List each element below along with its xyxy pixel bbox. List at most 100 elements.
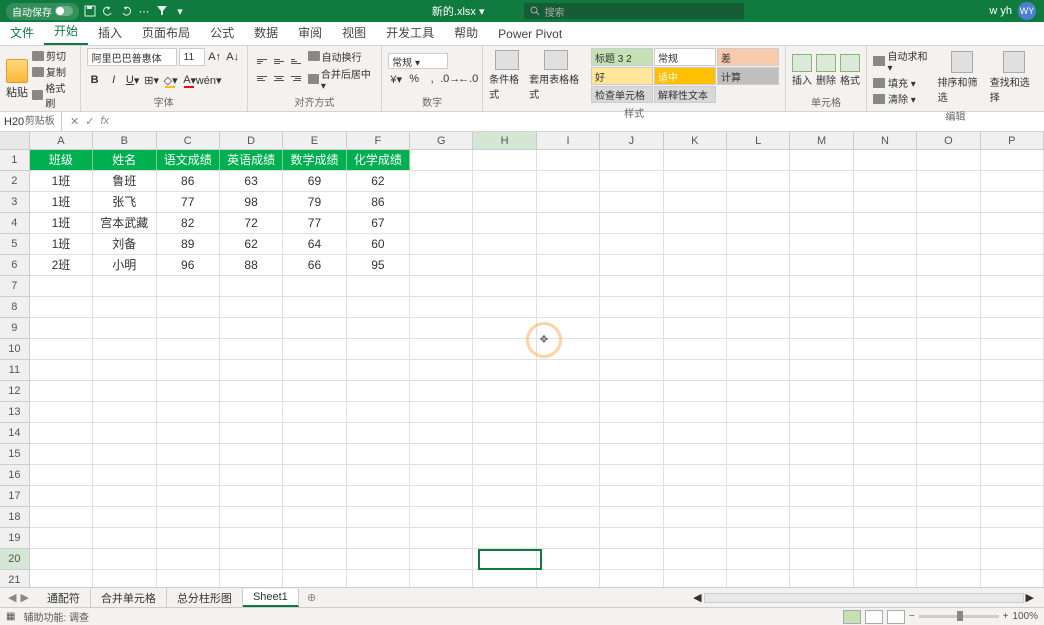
tab-powerpivot[interactable]: Power Pivot [488,23,572,45]
row-header[interactable]: 7 [0,276,30,297]
tab-insert[interactable]: 插入 [88,20,132,45]
tab-home[interactable]: 开始 [44,18,88,45]
cell[interactable] [790,213,853,234]
cell[interactable] [664,276,727,297]
cell[interactable]: 1班 [30,192,93,213]
cell[interactable] [854,507,917,528]
row-header[interactable]: 5 [0,234,30,255]
cell[interactable] [600,486,663,507]
row-header[interactable]: 9 [0,318,30,339]
tab-view[interactable]: 视图 [332,20,376,45]
cell[interactable] [283,381,346,402]
user-avatar[interactable]: WY [1018,2,1036,20]
cell[interactable] [410,255,473,276]
cell[interactable] [220,570,283,587]
cell[interactable] [727,213,790,234]
cell[interactable] [727,360,790,381]
cell[interactable] [917,402,980,423]
cell[interactable] [347,402,410,423]
cell[interactable] [410,570,473,587]
cell[interactable] [917,381,980,402]
cell[interactable] [600,276,663,297]
row-header[interactable]: 18 [0,507,30,528]
cell[interactable]: 82 [157,213,220,234]
zoom-out-button[interactable]: − [909,611,915,622]
filter-icon[interactable] [155,4,169,18]
view-pagelayout-button[interactable] [865,610,883,624]
cell[interactable] [790,276,853,297]
style-heading[interactable]: 标题 3 2 [591,48,653,66]
cell[interactable]: 95 [347,255,410,276]
row-header[interactable]: 15 [0,444,30,465]
cell[interactable] [537,192,600,213]
cell[interactable] [157,465,220,486]
cell[interactable]: 69 [283,171,346,192]
style-bad[interactable]: 差 [717,48,779,66]
cell[interactable] [473,150,536,171]
cell[interactable] [917,234,980,255]
copy-button[interactable]: 复制 [32,64,74,79]
cell[interactable] [30,339,93,360]
cell[interactable] [410,381,473,402]
cell[interactable] [410,507,473,528]
touch-icon[interactable]: ▾ [173,4,187,18]
cell[interactable]: 86 [347,192,410,213]
cell[interactable]: 刘备 [93,234,156,255]
cell[interactable] [473,507,536,528]
cell[interactable] [981,402,1044,423]
cell[interactable] [93,528,156,549]
cell[interactable]: 88 [220,255,283,276]
row-header[interactable]: 13 [0,402,30,423]
cell[interactable] [473,276,536,297]
cell[interactable] [283,486,346,507]
cell[interactable] [917,150,980,171]
table-format-button[interactable]: 套用表格格式 [529,50,583,101]
cell[interactable] [727,507,790,528]
cell[interactable]: 1班 [30,234,93,255]
cell[interactable] [347,570,410,587]
cell[interactable] [664,507,727,528]
cell[interactable] [664,171,727,192]
cell[interactable] [93,297,156,318]
cell[interactable] [981,234,1044,255]
cell[interactable]: 67 [347,213,410,234]
cell[interactable] [410,465,473,486]
cell[interactable] [157,339,220,360]
tab-layout[interactable]: 页面布局 [132,20,200,45]
border-button[interactable]: ⊞▾ [144,72,160,88]
cell[interactable] [790,297,853,318]
tab-help[interactable]: 帮助 [444,20,488,45]
row-header[interactable]: 1 [0,150,30,171]
cell[interactable] [93,402,156,423]
cell[interactable] [347,528,410,549]
cell[interactable] [473,171,536,192]
cell[interactable] [981,549,1044,570]
cell[interactable] [664,465,727,486]
cell[interactable] [600,318,663,339]
accept-formula-icon[interactable]: ✓ [85,115,94,128]
cell[interactable] [600,192,663,213]
col-header[interactable]: F [347,132,410,150]
cell[interactable] [410,360,473,381]
cell[interactable] [410,171,473,192]
hscroll-track[interactable] [704,593,1024,603]
fill-button[interactable]: 填充 ▾ [873,75,934,90]
dec-decimal-button[interactable]: ←.0 [460,71,476,87]
cell[interactable]: 小明 [93,255,156,276]
cell[interactable] [917,465,980,486]
format-cells-button[interactable]: 格式 [840,54,860,87]
cell[interactable] [854,234,917,255]
cell[interactable] [727,423,790,444]
cell[interactable] [600,150,663,171]
row-header[interactable]: 14 [0,423,30,444]
cell[interactable] [664,255,727,276]
col-header[interactable]: I [537,132,600,150]
cell[interactable] [220,381,283,402]
add-sheet-button[interactable]: ⊕ [299,591,324,604]
cell[interactable] [600,507,663,528]
cell[interactable]: 数学成绩 [283,150,346,171]
save-icon[interactable] [83,4,97,18]
cell[interactable] [664,192,727,213]
cell[interactable] [220,486,283,507]
delete-cells-button[interactable]: 删除 [816,54,836,87]
